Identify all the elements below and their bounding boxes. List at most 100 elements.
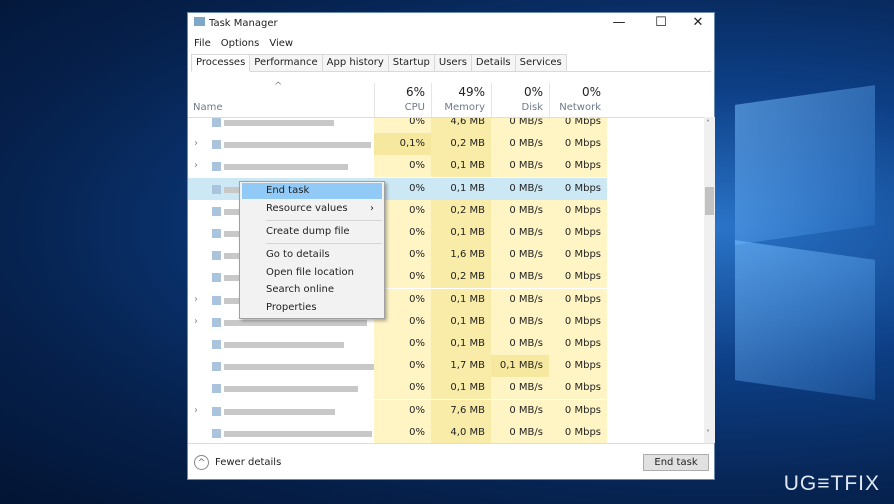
cell-network: 0 Mbps [549, 244, 607, 267]
process-icon [212, 229, 221, 238]
end-task-button[interactable]: End task [643, 454, 709, 471]
cell-cpu: 0,1% [374, 133, 431, 156]
process-icon [212, 428, 221, 438]
cell-cpu: 0% [374, 118, 431, 133]
menu-item-end-task[interactable]: End task [242, 183, 382, 199]
cell-network: 0 Mbps [549, 222, 607, 244]
app-icon [194, 17, 205, 26]
menu-view[interactable]: View [269, 38, 293, 49]
expand-chevron-icon[interactable]: › [194, 289, 198, 311]
cell-network: 0 Mbps [549, 133, 607, 156]
expand-chevron-icon[interactable]: › [194, 311, 198, 333]
menu-bar: File Options View [194, 38, 303, 49]
maximize-button[interactable]: ☐ [646, 15, 676, 30]
cell-cpu: 0% [374, 421, 431, 443]
menu-item-properties[interactable]: Properties [242, 300, 382, 316]
cell-cpu: 0% [374, 333, 431, 355]
process-name-blurred [224, 319, 367, 326]
table-row[interactable]: › 0,1% 0,2 MB 0 MB/s 0 Mbps [188, 133, 607, 156]
cell-memory: 0,2 MB [431, 133, 491, 156]
menu-file[interactable]: File [194, 38, 211, 49]
cell-memory: 4,6 MB [431, 118, 491, 133]
cell-network: 0 Mbps [549, 177, 607, 200]
cell-memory: 0,1 MB [431, 288, 491, 311]
cell-disk: 0 MB/s [491, 266, 549, 289]
process-icon [212, 384, 221, 394]
table-row[interactable]: › 0% 0,1 MB 0 MB/s 0 Mbps [188, 155, 607, 178]
cell-network: 0 Mbps [549, 333, 607, 355]
table-row[interactable]: 0% 0,1 MB 0 MB/s 0 Mbps [188, 377, 607, 400]
cell-memory: 0,1 MB [431, 177, 491, 200]
tab-app-history[interactable]: App history [321, 54, 389, 71]
scroll-down-icon[interactable]: ˅ [706, 429, 710, 438]
tab-processes[interactable]: Processes [191, 54, 251, 72]
column-header-name[interactable]: Name [193, 102, 223, 113]
process-name-blurred [224, 430, 372, 437]
cell-disk: 0 MB/s [491, 133, 549, 156]
expand-chevron-icon[interactable]: › [194, 155, 198, 177]
expand-chevron-icon[interactable]: › [194, 133, 198, 155]
process-icon [212, 406, 221, 416]
cell-disk: 0 MB/s [491, 155, 549, 178]
cell-disk: 0 MB/s [491, 310, 549, 333]
cell-network: 0 Mbps [549, 266, 607, 289]
cell-network: 0 Mbps [549, 288, 607, 311]
tab-details[interactable]: Details [470, 54, 516, 71]
fewer-details-link[interactable]: Fewer details [215, 457, 281, 468]
menu-item-search-online[interactable]: Search online [242, 282, 382, 298]
menu-item-create-dump-file[interactable]: Create dump file [242, 224, 382, 240]
cell-cpu: 0% [374, 377, 431, 400]
cell-disk: 0 MB/s [491, 377, 549, 400]
cell-memory: 0,1 MB [431, 222, 491, 244]
cell-memory: 0,1 MB [431, 310, 491, 333]
tab-startup[interactable]: Startup [387, 54, 435, 71]
tab-services[interactable]: Services [514, 54, 567, 71]
tab-users[interactable]: Users [433, 54, 472, 71]
menu-separator [266, 220, 382, 221]
cell-network: 0 Mbps [549, 421, 607, 443]
scrollbar[interactable]: ˄ ˅ [704, 117, 715, 443]
menu-options[interactable]: Options [221, 38, 260, 49]
cell-memory: 0,1 MB [431, 333, 491, 355]
cell-memory: 0,2 MB [431, 266, 491, 289]
column-label: Disk [521, 102, 543, 113]
menu-item-resource-values[interactable]: Resource values › [242, 201, 382, 217]
cell-network: 0 Mbps [549, 377, 607, 400]
column-header-disk[interactable]: 0% Disk [491, 83, 549, 117]
table-row[interactable]: 0% 4,0 MB 0 MB/s 0 Mbps [188, 421, 607, 443]
cell-disk: 0,1 MB/s [491, 355, 549, 378]
fewer-details-icon[interactable]: ^ [194, 455, 209, 470]
column-header-cpu[interactable]: 6% CPU [374, 83, 431, 117]
table-row[interactable]: 0% 1,7 MB 0,1 MB/s 0 Mbps [188, 355, 607, 378]
menu-item-open-file-location[interactable]: Open file location [242, 265, 382, 281]
cell-disk: 0 MB/s [491, 199, 549, 222]
process-icon [212, 295, 221, 305]
menu-separator [266, 243, 382, 244]
wallpaper-logo [735, 85, 875, 245]
column-header-network[interactable]: 0% Network [549, 83, 607, 117]
table-row[interactable]: 0% 0,1 MB 0 MB/s 0 Mbps [188, 333, 607, 355]
tab-bar: Processes Performance App history Startu… [191, 54, 711, 72]
expand-chevron-icon[interactable]: › [194, 400, 198, 422]
process-name-blurred [224, 342, 344, 348]
cell-disk: 0 MB/s [491, 421, 549, 443]
column-header-memory[interactable]: 49% Memory [431, 83, 491, 117]
scroll-thumb[interactable] [705, 187, 714, 215]
tab-performance[interactable]: Performance [249, 54, 323, 71]
menu-item-label: Resource values [266, 203, 348, 214]
cell-memory: 0,2 MB [431, 199, 491, 222]
cell-disk: 0 MB/s [491, 399, 549, 422]
scroll-up-icon[interactable]: ˄ [706, 119, 710, 128]
title-bar: Task Manager [194, 17, 278, 29]
column-usage-total: 49% [458, 85, 485, 99]
process-name-blurred [224, 364, 381, 371]
table-row[interactable]: 0% 4,6 MB 0 MB/s 0 Mbps [188, 118, 607, 133]
table-row[interactable]: › 0% 7,6 MB 0 MB/s 0 Mbps [188, 399, 607, 422]
close-button[interactable]: ✕ [683, 15, 713, 30]
minimize-button[interactable]: — [604, 15, 634, 30]
process-name-blurred [224, 164, 348, 171]
sort-arrow-icon: ^ [274, 81, 283, 92]
menu-item-go-to-details[interactable]: Go to details [242, 247, 382, 263]
cell-memory: 0,1 MB [431, 155, 491, 178]
column-label: Memory [444, 102, 485, 113]
